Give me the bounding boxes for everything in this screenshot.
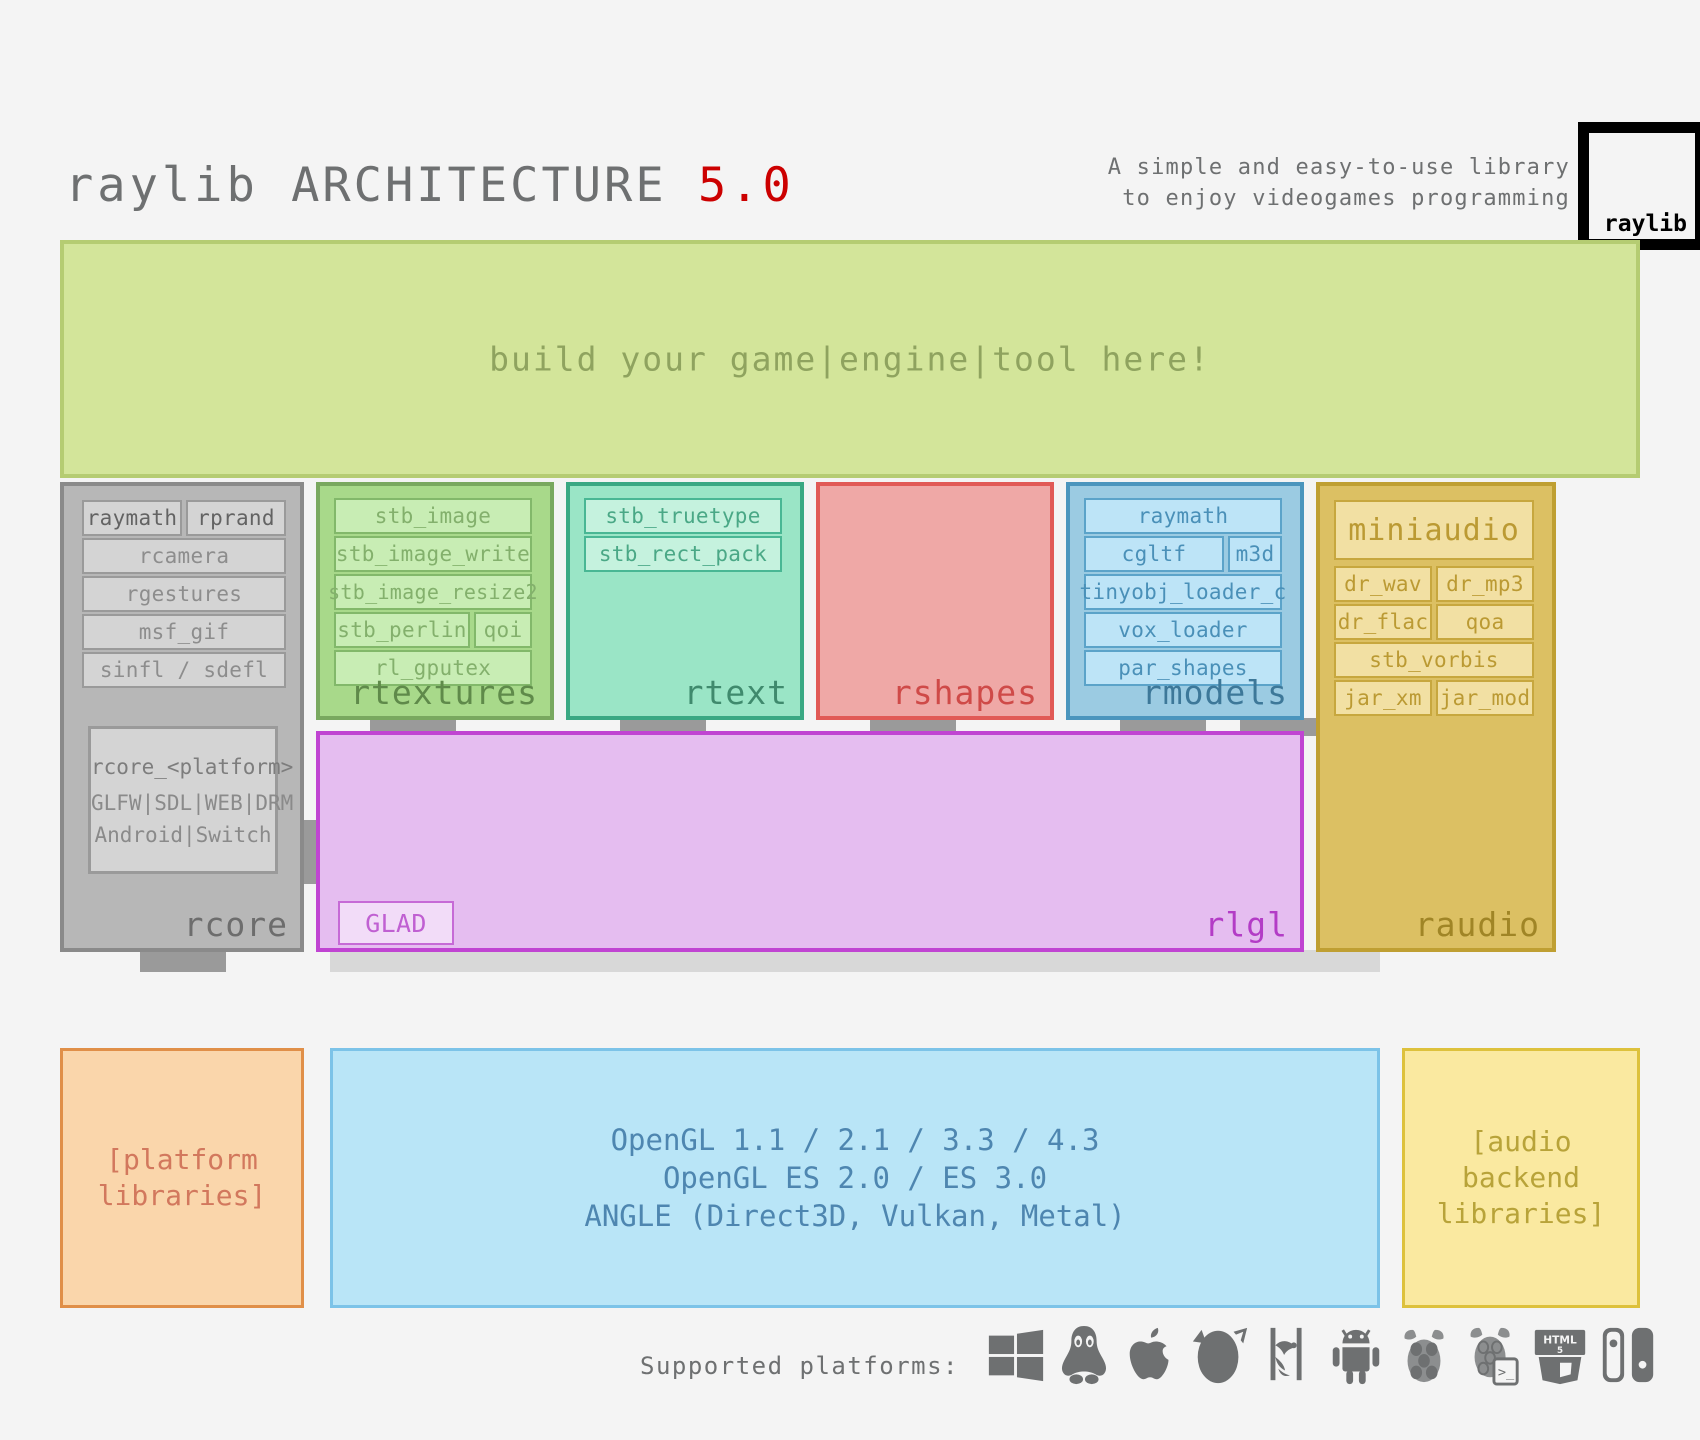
apple-icon	[1129, 1327, 1169, 1380]
rcore-platform-subbox: rcore_<platform> GLFW|SDL|WEB|DRM Androi…	[88, 726, 294, 874]
chip-raymath: raymath	[1084, 498, 1282, 534]
chip-raymath: raymath	[82, 500, 182, 536]
opengl-text: OpenGL 1.1 / 2.1 / 3.3 / 4.3 OpenGL ES 2…	[333, 1121, 1377, 1235]
header: raylib ARCHITECTURE 5.0 A simple and eas…	[60, 122, 1700, 250]
audio-line-3: libraries]	[1436, 1197, 1606, 1230]
android-icon	[1332, 1329, 1380, 1385]
chip-stb-image-resize2: stb_image_resize2	[328, 574, 538, 610]
svg-text:5: 5	[1557, 1346, 1563, 1356]
audio-backend-libraries-box: [audio backend libraries]	[1402, 1048, 1640, 1308]
userland-layer: build your game|engine|tool here!	[60, 240, 1640, 478]
linux-icon	[1061, 1325, 1107, 1385]
chip-msf-gif: msf_gif	[82, 614, 286, 650]
chip-rprand: rprand	[186, 500, 286, 536]
dragonflybsd-icon	[1270, 1327, 1302, 1381]
rcore-platform-line-2: Android|Switch	[94, 823, 272, 847]
raspberrypi-terminal-icon: >_	[1470, 1327, 1519, 1386]
module-rlgl: GLAD rlgl	[316, 731, 1304, 952]
opengl-line-3: ANGLE (Direct3D, Vulkan, Metal)	[584, 1199, 1126, 1233]
connector-rlgl-opengl	[330, 950, 1380, 972]
title-word: ARCHITECTURE	[291, 158, 698, 213]
module-label-rcore: rcore	[183, 905, 288, 944]
opengl-line-2: OpenGL ES 2.0 / ES 3.0	[662, 1161, 1048, 1195]
module-label-rtext: rtext	[683, 673, 788, 712]
chip-dr-flac: dr_flac	[1334, 604, 1432, 640]
module-raudio: miniaudio dr_wav dr_mp3 dr_flac qoa stb_…	[1316, 482, 1556, 952]
platform-icons: >_ HTML 5	[985, 1324, 1659, 1386]
chip-qoa: qoa	[1436, 604, 1534, 640]
platform-libraries-box: [platform libraries]	[60, 1048, 304, 1308]
userland-text: build your game|engine|tool here!	[489, 339, 1211, 379]
opengl-box: OpenGL 1.1 / 2.1 / 3.3 / 4.3 OpenGL ES 2…	[330, 1048, 1380, 1308]
chip-m3d: m3d	[1228, 536, 1282, 572]
nintendo-switch-icon	[1602, 1327, 1654, 1383]
supported-platforms-label: Supported platforms:	[640, 1352, 959, 1380]
chip-sinfl-sdefl: sinfl / sdefl	[82, 652, 286, 688]
module-label-rmodels: rmodels	[1141, 673, 1288, 712]
audio-backend-text: [audio backend libraries]	[1405, 1124, 1637, 1232]
chip-tinyobj-loader-c: tinyobj_loader_c	[1079, 574, 1286, 610]
chip-vox-loader: vox_loader	[1084, 612, 1282, 648]
html5-icon: HTML 5	[1534, 1329, 1586, 1385]
raylib-logo-text: raylib	[1603, 211, 1687, 237]
title-version: 5.0	[697, 158, 795, 213]
chip-stb-image: stb_image	[334, 498, 532, 534]
chip-stb-vorbis: stb_vorbis	[1334, 642, 1534, 678]
rcore-platform-title: rcore_<platform>	[91, 755, 294, 779]
raylib-logo: raylib	[1578, 122, 1700, 250]
chip-glad: GLAD	[338, 901, 454, 945]
module-rshapes: rshapes	[816, 482, 1054, 720]
svg-text:HTML: HTML	[1543, 1333, 1577, 1346]
module-rtext: stb_truetype stb_rect_pack rtext	[566, 482, 804, 720]
page-title: raylib ARCHITECTURE 5.0	[65, 158, 795, 213]
tagline: A simple and easy-to-use library to enjo…	[1060, 152, 1570, 214]
module-rcore: raymath rprand rcamera rgestures msf_gif…	[60, 482, 304, 952]
opengl-line-1: OpenGL 1.1 / 2.1 / 3.3 / 4.3	[610, 1123, 1100, 1157]
chip-dr-wav: dr_wav	[1334, 566, 1432, 602]
rcore-platform-line-1: GLFW|SDL|WEB|DRM	[91, 791, 294, 815]
svg-text:>_: >_	[1498, 1364, 1515, 1380]
chip-jar-xm: jar_xm	[1334, 680, 1432, 716]
chip-rcamera: rcamera	[82, 538, 286, 574]
platform-libraries-line-1: [platform	[106, 1143, 258, 1176]
raspberrypi-icon	[1404, 1329, 1444, 1383]
platform-libraries-line-2: libraries]	[97, 1179, 267, 1212]
module-rtextures: stb_image stb_image_write stb_image_resi…	[316, 482, 554, 720]
module-rmodels: raymath cgltf m3d tinyobj_loader_c vox_l…	[1066, 482, 1304, 720]
platform-libraries-text: [platform libraries]	[63, 1142, 301, 1214]
title-product: raylib	[65, 158, 292, 213]
chip-jar-mod: jar_mod	[1436, 680, 1534, 716]
module-label-rshapes: rshapes	[891, 673, 1038, 712]
module-label-rlgl: rlgl	[1204, 905, 1288, 944]
windows-icon	[988, 1329, 1044, 1382]
chip-stb-perlin: stb_perlin	[334, 612, 470, 648]
chip-qoi: qoi	[474, 612, 532, 648]
connector-rcore-platformlibs	[140, 950, 226, 972]
footer: Supported platforms: >_ HTML 5	[0, 1325, 1700, 1420]
architecture-diagram: raylib ARCHITECTURE 5.0 A simple and eas…	[0, 0, 1700, 1440]
chip-stb-image-write: stb_image_write	[334, 536, 532, 572]
freebsd-icon	[1192, 1327, 1248, 1384]
chip-dr-mp3: dr_mp3	[1436, 566, 1534, 602]
chip-stb-truetype: stb_truetype	[584, 498, 782, 534]
chip-miniaudio: miniaudio	[1334, 500, 1534, 560]
tagline-line-2: to enjoy videogames programming	[1122, 186, 1570, 211]
audio-line-1: [audio	[1470, 1125, 1572, 1158]
tagline-line-1: A simple and easy-to-use library	[1107, 155, 1570, 180]
chip-cgltf: cgltf	[1084, 536, 1224, 572]
module-label-raudio: raudio	[1414, 905, 1540, 944]
module-label-rtextures: rtextures	[350, 673, 538, 712]
chip-rgestures: rgestures	[82, 576, 286, 612]
audio-line-2: backend	[1461, 1161, 1580, 1194]
chip-stb-rect-pack: stb_rect_pack	[584, 536, 782, 572]
